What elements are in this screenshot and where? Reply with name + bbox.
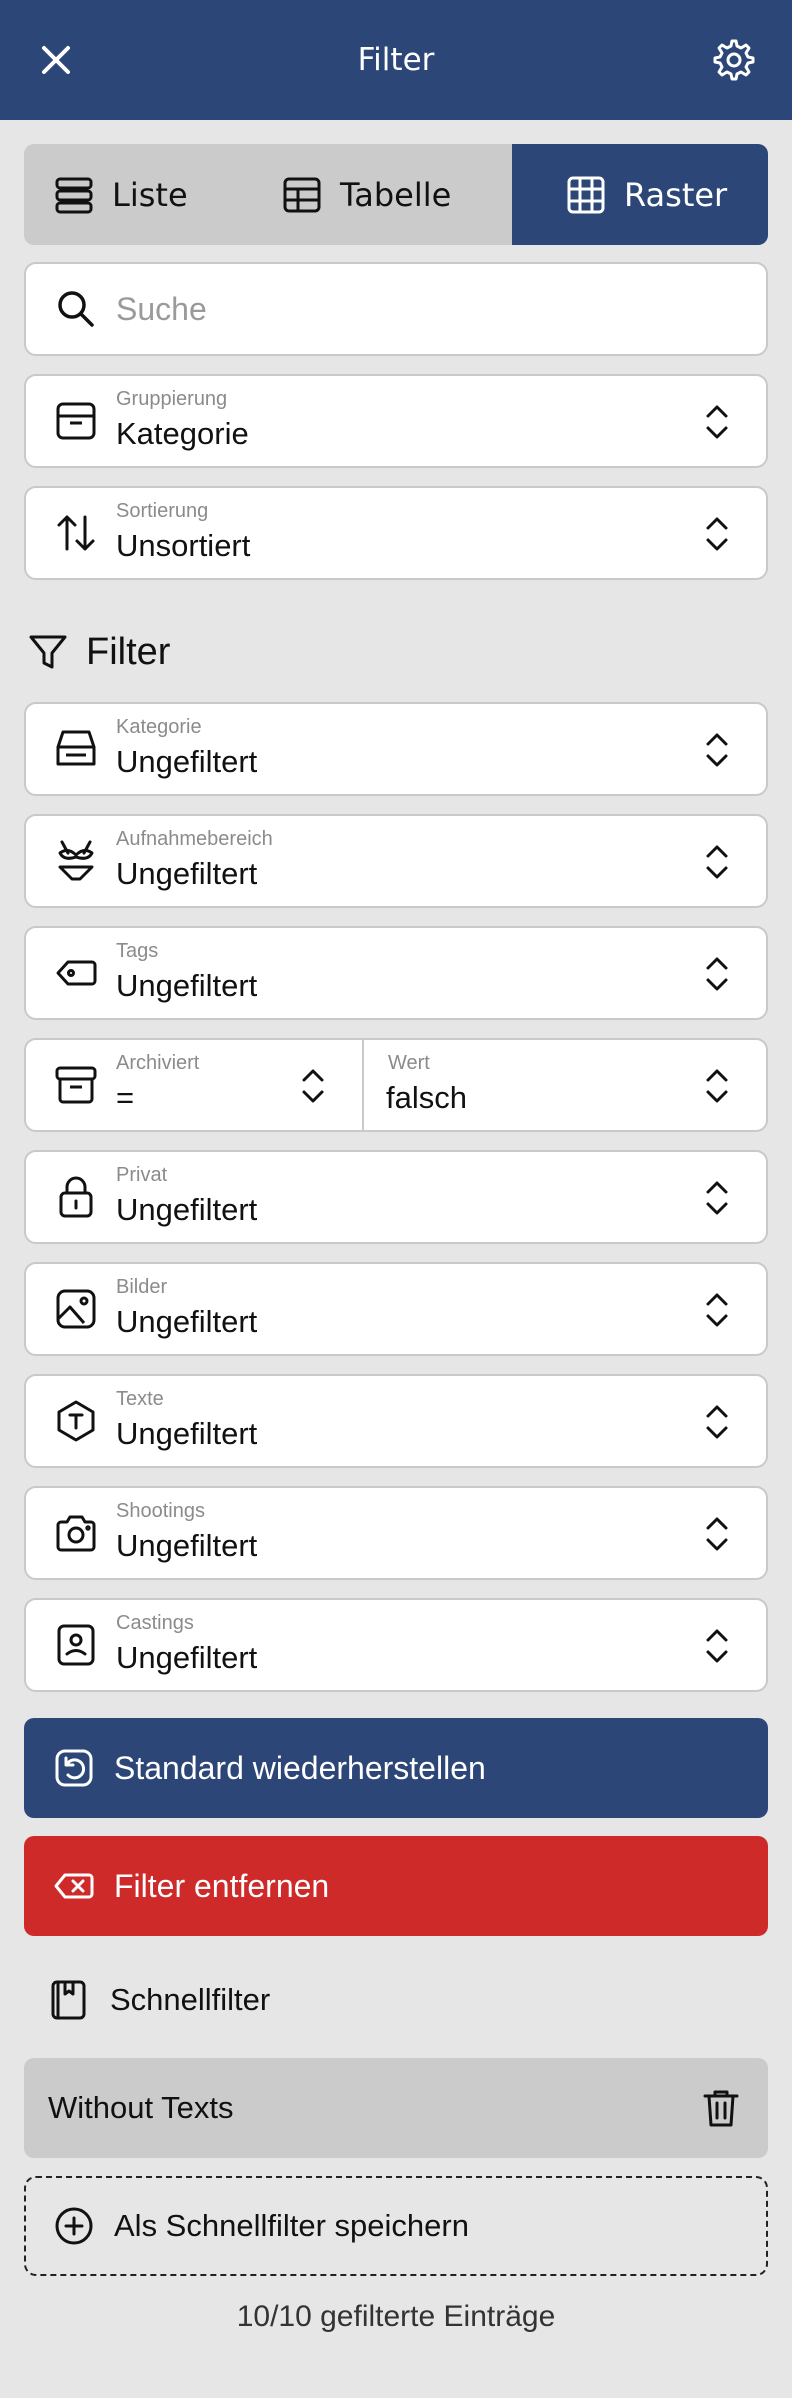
restore-defaults-label: Standard wiederherstellen (114, 1749, 486, 1786)
filter-shootings-value: Ungefiltert (116, 1528, 258, 1563)
page-title: Filter (357, 42, 435, 78)
clear-filter-icon (54, 1873, 94, 1899)
search-icon (58, 291, 94, 327)
image-icon (56, 1289, 96, 1329)
quick-filter-item-name: Without Texts (48, 2090, 234, 2125)
remove-filter-label: Filter entfernen (114, 1867, 330, 1904)
filter-texte-value: Ungefiltert (116, 1416, 258, 1451)
filter-texte-label: Texte (116, 1388, 164, 1410)
view-mode-grid[interactable]: Raster (512, 144, 768, 245)
camera-icon (56, 1515, 96, 1552)
lock-icon (59, 1176, 93, 1218)
restore-defaults-button[interactable]: Standard wiederherstellen (24, 1718, 768, 1818)
filter-archiviert-value-label: Wert (388, 1052, 430, 1074)
filter-archiviert: Archiviert = Wert falsch (24, 1038, 768, 1132)
archiviert-operator-select[interactable]: Archiviert = (26, 1040, 362, 1130)
filter-shootings-label: Shootings (116, 1500, 205, 1522)
filter-kategorie-label: Kategorie (116, 716, 202, 738)
quick-filter-item[interactable]: Without Texts (24, 2058, 768, 2158)
funnel-icon (29, 635, 67, 669)
remove-filter-button[interactable]: Filter entfernen (24, 1836, 768, 1936)
filter-bilder-label: Bilder (116, 1276, 168, 1298)
tray-icon (56, 730, 96, 766)
chevron-up-down-icon (706, 957, 728, 991)
view-mode-grid-label: Raster (624, 175, 728, 214)
view-mode-switcher: Liste Tabelle Raster (24, 144, 768, 245)
filter-tags[interactable]: Tags Ungefiltert (24, 926, 768, 1020)
sorting-select[interactable]: Sortierung Unsortiert (24, 486, 768, 580)
filtered-count-status: 10/10 gefilterte Einträge (236, 2300, 556, 2333)
chevron-up-down-icon (706, 1181, 728, 1215)
filter-castings-label: Castings (116, 1612, 194, 1634)
filter-aufnahmebereich-value: Ungefiltert (116, 856, 258, 891)
search-input[interactable]: Suche (116, 264, 207, 354)
archive-box-icon (56, 402, 96, 440)
trash-icon[interactable] (702, 2088, 740, 2128)
view-mode-table-label: Tabelle (340, 175, 452, 214)
quick-filter-title: Schnellfilter (48, 1970, 270, 2030)
archiviert-value-select[interactable]: Wert falsch (364, 1040, 766, 1130)
settings-button[interactable] (712, 38, 756, 82)
save-quick-filter-label: Als Schnellfilter speichern (114, 2208, 469, 2243)
chevron-up-down-icon (706, 1405, 728, 1439)
quick-filter-label: Schnellfilter (110, 1982, 271, 2017)
filter-privat-value: Ungefiltert (116, 1192, 258, 1227)
filter-privat[interactable]: Privat Ungefiltert (24, 1150, 768, 1244)
chevron-up-down-icon (706, 1629, 728, 1663)
grouping-value: Kategorie (116, 416, 249, 451)
sorting-value: Unsortiert (116, 528, 251, 563)
filter-archiviert-value: falsch (386, 1080, 467, 1115)
filter-castings[interactable]: Castings Ungefiltert (24, 1598, 768, 1692)
save-quick-filter-button[interactable]: Als Schnellfilter speichern (24, 2176, 768, 2276)
chevron-up-down-icon (706, 845, 728, 879)
chevron-up-down-icon (302, 1069, 324, 1103)
filter-aufnahmebereich[interactable]: Aufnahmebereich Ungefiltert (24, 814, 768, 908)
filter-kategorie[interactable]: Kategorie Ungefiltert (24, 702, 768, 796)
search-field[interactable]: Suche (24, 262, 768, 356)
bikini-icon (58, 840, 94, 881)
chevron-up-down-icon (706, 1293, 728, 1327)
filter-tags-value: Ungefiltert (116, 968, 258, 1003)
filter-section-title: Filter (28, 622, 170, 682)
list-icon (55, 177, 93, 213)
filter-bilder-value: Ungefiltert (116, 1304, 258, 1339)
table-icon (283, 177, 321, 212)
filter-bilder[interactable]: Bilder Ungefiltert (24, 1262, 768, 1356)
contact-card-icon (57, 1624, 95, 1666)
view-mode-list-label: Liste (112, 175, 188, 214)
chevron-up-down-icon (706, 1517, 728, 1551)
filter-archiviert-operator: = (116, 1080, 135, 1115)
filter-kategorie-value: Ungefiltert (116, 744, 258, 779)
chevron-up-down-icon (706, 405, 728, 439)
chevron-up-down-icon (706, 1069, 728, 1103)
grouping-label: Gruppierung (116, 388, 228, 410)
restore-icon (55, 1749, 93, 1787)
sorting-label: Sortierung (116, 500, 209, 522)
filter-shootings[interactable]: Shootings Ungefiltert (24, 1486, 768, 1580)
filter-tags-label: Tags (116, 940, 159, 962)
tag-icon (56, 960, 97, 986)
chevron-up-down-icon (706, 733, 728, 767)
filter-aufnahmebereich-label: Aufnahmebereich (116, 828, 273, 850)
filter-castings-value: Ungefiltert (116, 1640, 258, 1675)
sort-arrows-icon (57, 515, 95, 551)
filter-privat-label: Privat (116, 1164, 168, 1186)
top-bar: Filter (0, 0, 792, 120)
filter-section-label: Filter (86, 630, 171, 673)
grid-icon (567, 176, 605, 213)
grouping-select[interactable]: Gruppierung Kategorie (24, 374, 768, 468)
filter-archiviert-label: Archiviert (116, 1052, 200, 1074)
gear-icon (713, 39, 755, 81)
plus-circle-icon (55, 2207, 93, 2245)
view-mode-list[interactable]: Liste (54, 144, 274, 245)
filter-texte[interactable]: Texte Ungefiltert (24, 1374, 768, 1468)
chevron-up-down-icon (706, 517, 728, 551)
text-hexagon-icon (57, 1400, 95, 1442)
view-mode-table[interactable]: Tabelle (282, 144, 532, 245)
bookmark-notebook-icon (51, 1980, 86, 2020)
archive-icon (55, 1066, 97, 1104)
